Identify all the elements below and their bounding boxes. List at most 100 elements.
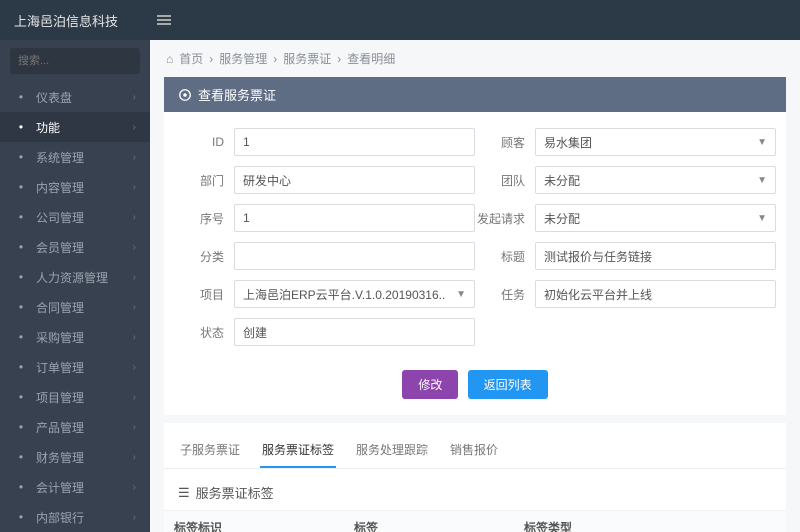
chevron-right-icon: › [133,392,136,403]
sidebar-item-label: 采购管理 [36,329,133,346]
tab-0[interactable]: 子服务票证 [178,433,242,468]
sidebar-item-label: 订单管理 [36,359,133,376]
gear-icon [178,88,192,102]
title-field[interactable]: 测试报价与任务链接 [535,242,776,270]
breadcrumb-c: 查看明细 [347,50,395,67]
seq-field: 1 [234,204,475,232]
form-actions: 修改 返回列表 [174,356,776,405]
back-button[interactable]: 返回列表 [468,370,548,399]
id-label: ID [174,135,234,149]
sidebar: •仪表盘›•功能›•系统管理›•内容管理›•公司管理›•会员管理›•人力资源管理… [0,40,150,532]
cart-icon: • [14,330,28,344]
chart-icon: • [14,480,28,494]
sidebar-item-5[interactable]: •会员管理› [0,232,150,262]
sidebar-item-7[interactable]: •合同管理› [0,292,150,322]
chevron-right-icon: › [133,152,136,163]
chevron-right-icon: › [133,182,136,193]
cat-field[interactable] [234,242,475,270]
brand: 上海邑泊信息科技 [0,11,150,30]
tab-3[interactable]: 销售报价 [448,433,500,468]
chevron-down-icon: ▼ [757,137,767,148]
breadcrumb-a[interactable]: 服务管理 [219,50,267,67]
sidebar-nav: •仪表盘›•功能›•系统管理›•内容管理›•公司管理›•会员管理›•人力资源管理… [0,82,150,532]
chevron-right-icon: › [133,212,136,223]
star-icon: • [14,240,28,254]
circle-icon: • [14,120,28,134]
chevron-right-icon: › [133,362,136,373]
edit-button[interactable]: 修改 [402,370,458,399]
sidebar-item-3[interactable]: • 内容管理› [0,172,150,202]
chevron-right-icon: › [133,512,136,523]
cube-icon: • [14,420,28,434]
sidebar-item-label: 人力资源管理 [36,269,133,286]
table-header: 标签标识 标签 标签类型 [164,510,786,532]
sidebar-item-label: 仪表盘 [36,89,133,106]
breadcrumb-b[interactable]: 服务票证 [283,50,331,67]
dept-label: 部门 [174,172,234,189]
chevron-right-icon: › [133,242,136,253]
sidebar-item-14[interactable]: •内部银行› [0,502,150,532]
bar-icon: • [14,450,28,464]
tabs: 子服务票证服务票证标签服务处理跟踪销售报价 [164,423,786,469]
topbar: 上海邑泊信息科技 [0,0,800,40]
sidebar-item-label: 合同管理 [36,299,133,316]
sidebar-item-label: 功能 [36,119,133,136]
sidebar-item-8[interactable]: •采购管理› [0,322,150,352]
cust-select[interactable]: 易水集团▼ [535,128,776,156]
sidebar-item-label: 公司管理 [36,209,133,226]
task-label: 任务 [475,286,535,303]
sidebar-search [10,48,140,74]
tab-2[interactable]: 服务处理跟踪 [354,433,430,468]
sidebar-item-label: 会计管理 [36,479,133,496]
list-icon: ☰ [178,485,190,501]
sidebar-item-6[interactable]: •人力资源管理› [0,262,150,292]
col-type: 标签类型 [524,519,656,532]
id-field: 1 [234,128,475,156]
sidebar-item-label: 内容管理 [36,179,133,196]
card-header: 查看服务票证 [164,77,786,112]
form: ID1 顾客易水集团▼ 部门研发中心 团队未分配▼ 序号1 发起请求未分配▼ 分… [164,112,786,415]
sidebar-item-11[interactable]: • 产品管理› [0,412,150,442]
chevron-right-icon: › [133,92,136,103]
sidebar-item-13[interactable]: •会计管理› [0,472,150,502]
section-header: ☰ 服务票证标签 [164,469,786,510]
home-icon: • [14,90,28,104]
sidebar-item-label: 财务管理 [36,449,133,466]
tab-1[interactable]: 服务票证标签 [260,433,336,468]
team-select[interactable]: 未分配▼ [535,166,776,194]
chevron-right-icon: › [133,122,136,133]
team-label: 团队 [475,172,535,189]
sidebar-item-10[interactable]: •项目管理› [0,382,150,412]
home-icon[interactable]: ⌂ [166,52,173,66]
cat-label: 分类 [174,248,234,265]
search-input[interactable] [10,48,140,74]
sidebar-item-1[interactable]: • 功能› [0,112,150,142]
sidebar-item-label: 系统管理 [36,149,133,166]
status-field[interactable]: 创建 [234,318,475,346]
chevron-down-icon: ▼ [456,289,466,300]
chevron-right-icon: › [133,422,136,433]
status-label: 状态 [174,324,234,341]
req-select[interactable]: 未分配▼ [535,204,776,232]
col-id: 标签标识 [174,519,354,532]
sidebar-item-9[interactable]: •订单管理› [0,352,150,382]
bldg-icon: • [14,210,28,224]
user-icon: • [14,270,28,284]
sidebar-item-12[interactable]: •财务管理› [0,442,150,472]
sidebar-item-2[interactable]: •系统管理› [0,142,150,172]
card-title: 查看服务票证 [198,85,276,104]
cust-label: 顾客 [475,134,535,151]
menu-toggle-icon[interactable] [150,6,178,34]
proj-label: 项目 [174,286,234,303]
bank-icon: • [14,510,28,524]
proj-select[interactable]: 上海邑泊ERP云平台.V.1.0.20190316..▼ [234,280,475,308]
sidebar-item-label: 产品管理 [36,419,133,436]
sidebar-item-0[interactable]: • 仪表盘› [0,82,150,112]
chevron-down-icon: ▼ [757,213,767,224]
dept-field: 研发中心 [234,166,475,194]
proj-icon: • [14,390,28,404]
sidebar-item-4[interactable]: • 公司管理› [0,202,150,232]
breadcrumb-home[interactable]: 首页 [179,50,203,67]
task-field[interactable]: 初始化云平台并上线 [535,280,776,308]
file-icon: • [14,180,28,194]
